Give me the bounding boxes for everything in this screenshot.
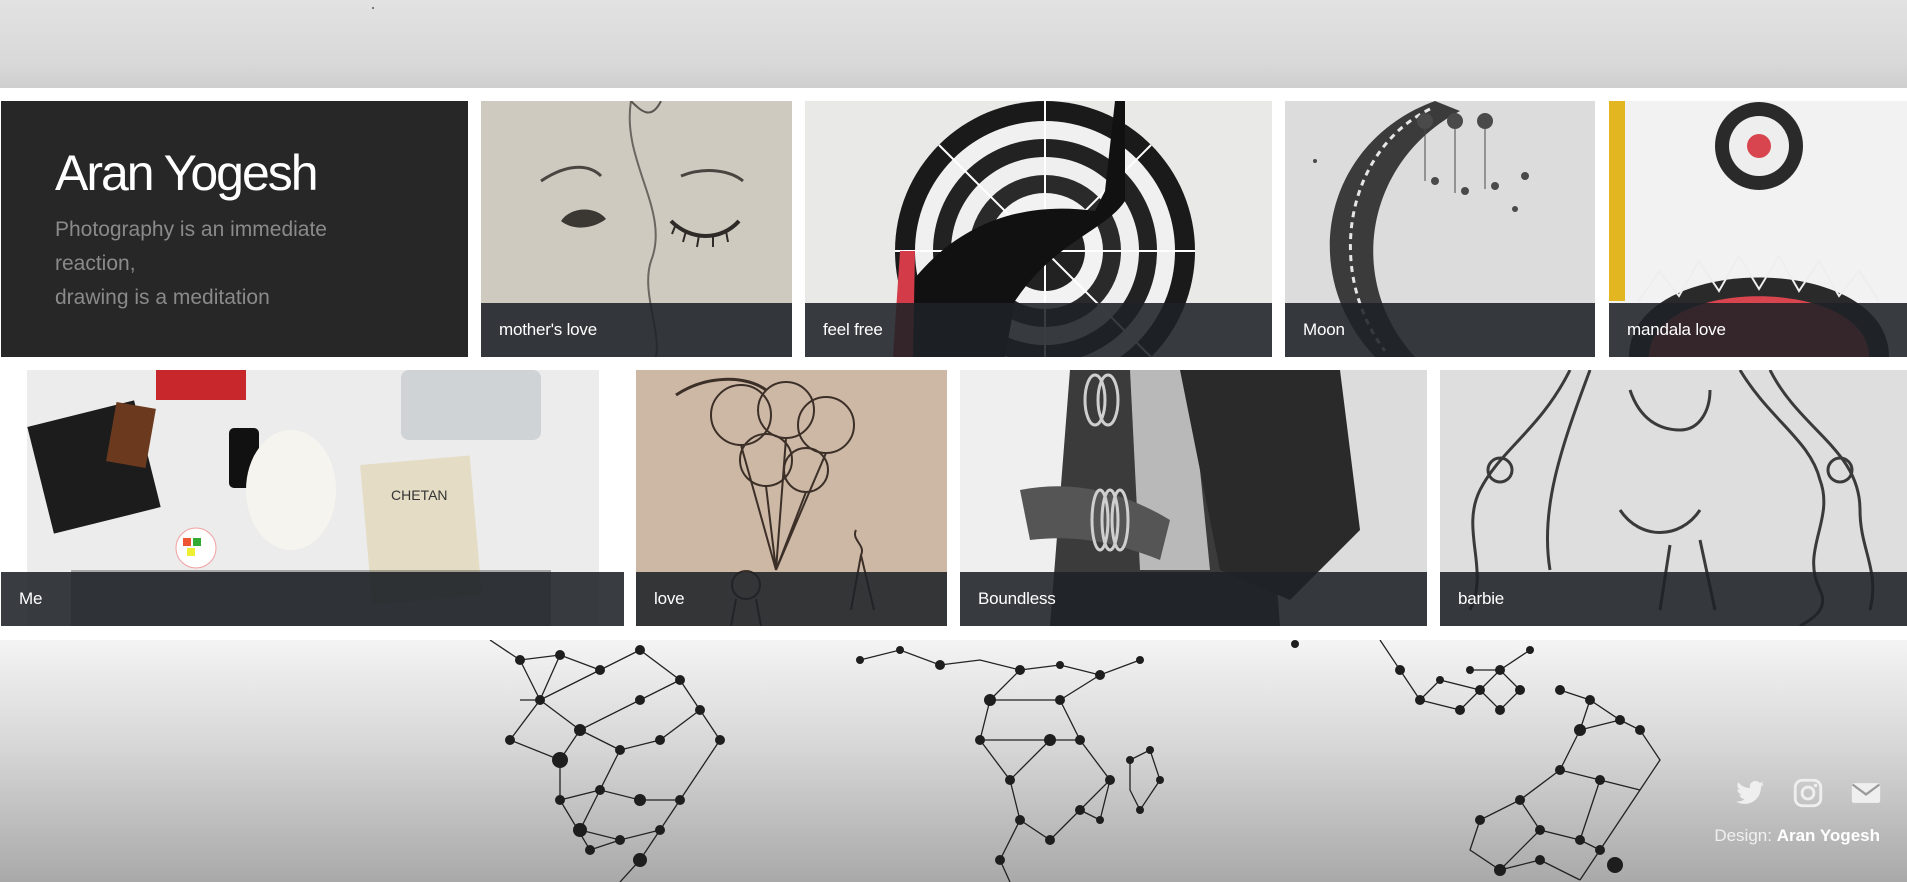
item-caption: Me bbox=[1, 572, 624, 626]
site-title: Aran Yogesh bbox=[55, 145, 319, 201]
network-map-graphic bbox=[489, 640, 1661, 882]
gallery-item-mothers-love[interactable]: mother's love bbox=[481, 101, 792, 357]
credit-label: Design: bbox=[1714, 826, 1772, 845]
twitter-icon[interactable] bbox=[1733, 776, 1767, 810]
item-caption: Moon bbox=[1285, 303, 1595, 357]
gallery-item-barbie[interactable]: barbie bbox=[1440, 370, 1907, 626]
mail-icon[interactable] bbox=[1849, 776, 1883, 810]
instagram-icon[interactable] bbox=[1791, 776, 1825, 810]
design-credit: Design: Aran Yogesh bbox=[1714, 826, 1880, 846]
item-caption: Boundless bbox=[960, 572, 1427, 626]
gallery-item-love[interactable]: love bbox=[636, 370, 947, 626]
svg-text:CHETAN: CHETAN bbox=[391, 487, 448, 503]
footer-map-background bbox=[0, 640, 1907, 882]
social-links bbox=[1733, 776, 1883, 810]
item-caption: mother's love bbox=[481, 303, 792, 357]
gallery-item-moon[interactable]: Moon bbox=[1285, 101, 1595, 357]
intro-panel: Aran Yogesh Photography is an immediate … bbox=[1, 101, 468, 357]
gallery-item-mandala-love[interactable]: mandala love bbox=[1609, 101, 1907, 357]
tagline: Photography is an immediate reaction, dra… bbox=[55, 213, 385, 315]
item-caption: love bbox=[636, 572, 947, 626]
item-caption: mandala love bbox=[1609, 303, 1907, 357]
item-caption: barbie bbox=[1440, 572, 1907, 626]
gallery-item-me[interactable]: CHETAN Me bbox=[1, 370, 624, 626]
gallery-item-feel-free[interactable]: feel free bbox=[805, 101, 1272, 357]
tagline-line-2: drawing is a meditation bbox=[55, 286, 270, 309]
credit-author-link[interactable]: Aran Yogesh bbox=[1777, 826, 1880, 845]
gallery-item-boundless[interactable]: Boundless bbox=[960, 370, 1427, 626]
tagline-line-1: Photography is an immediate reaction, bbox=[55, 218, 327, 275]
item-caption: feel free bbox=[805, 303, 1272, 357]
